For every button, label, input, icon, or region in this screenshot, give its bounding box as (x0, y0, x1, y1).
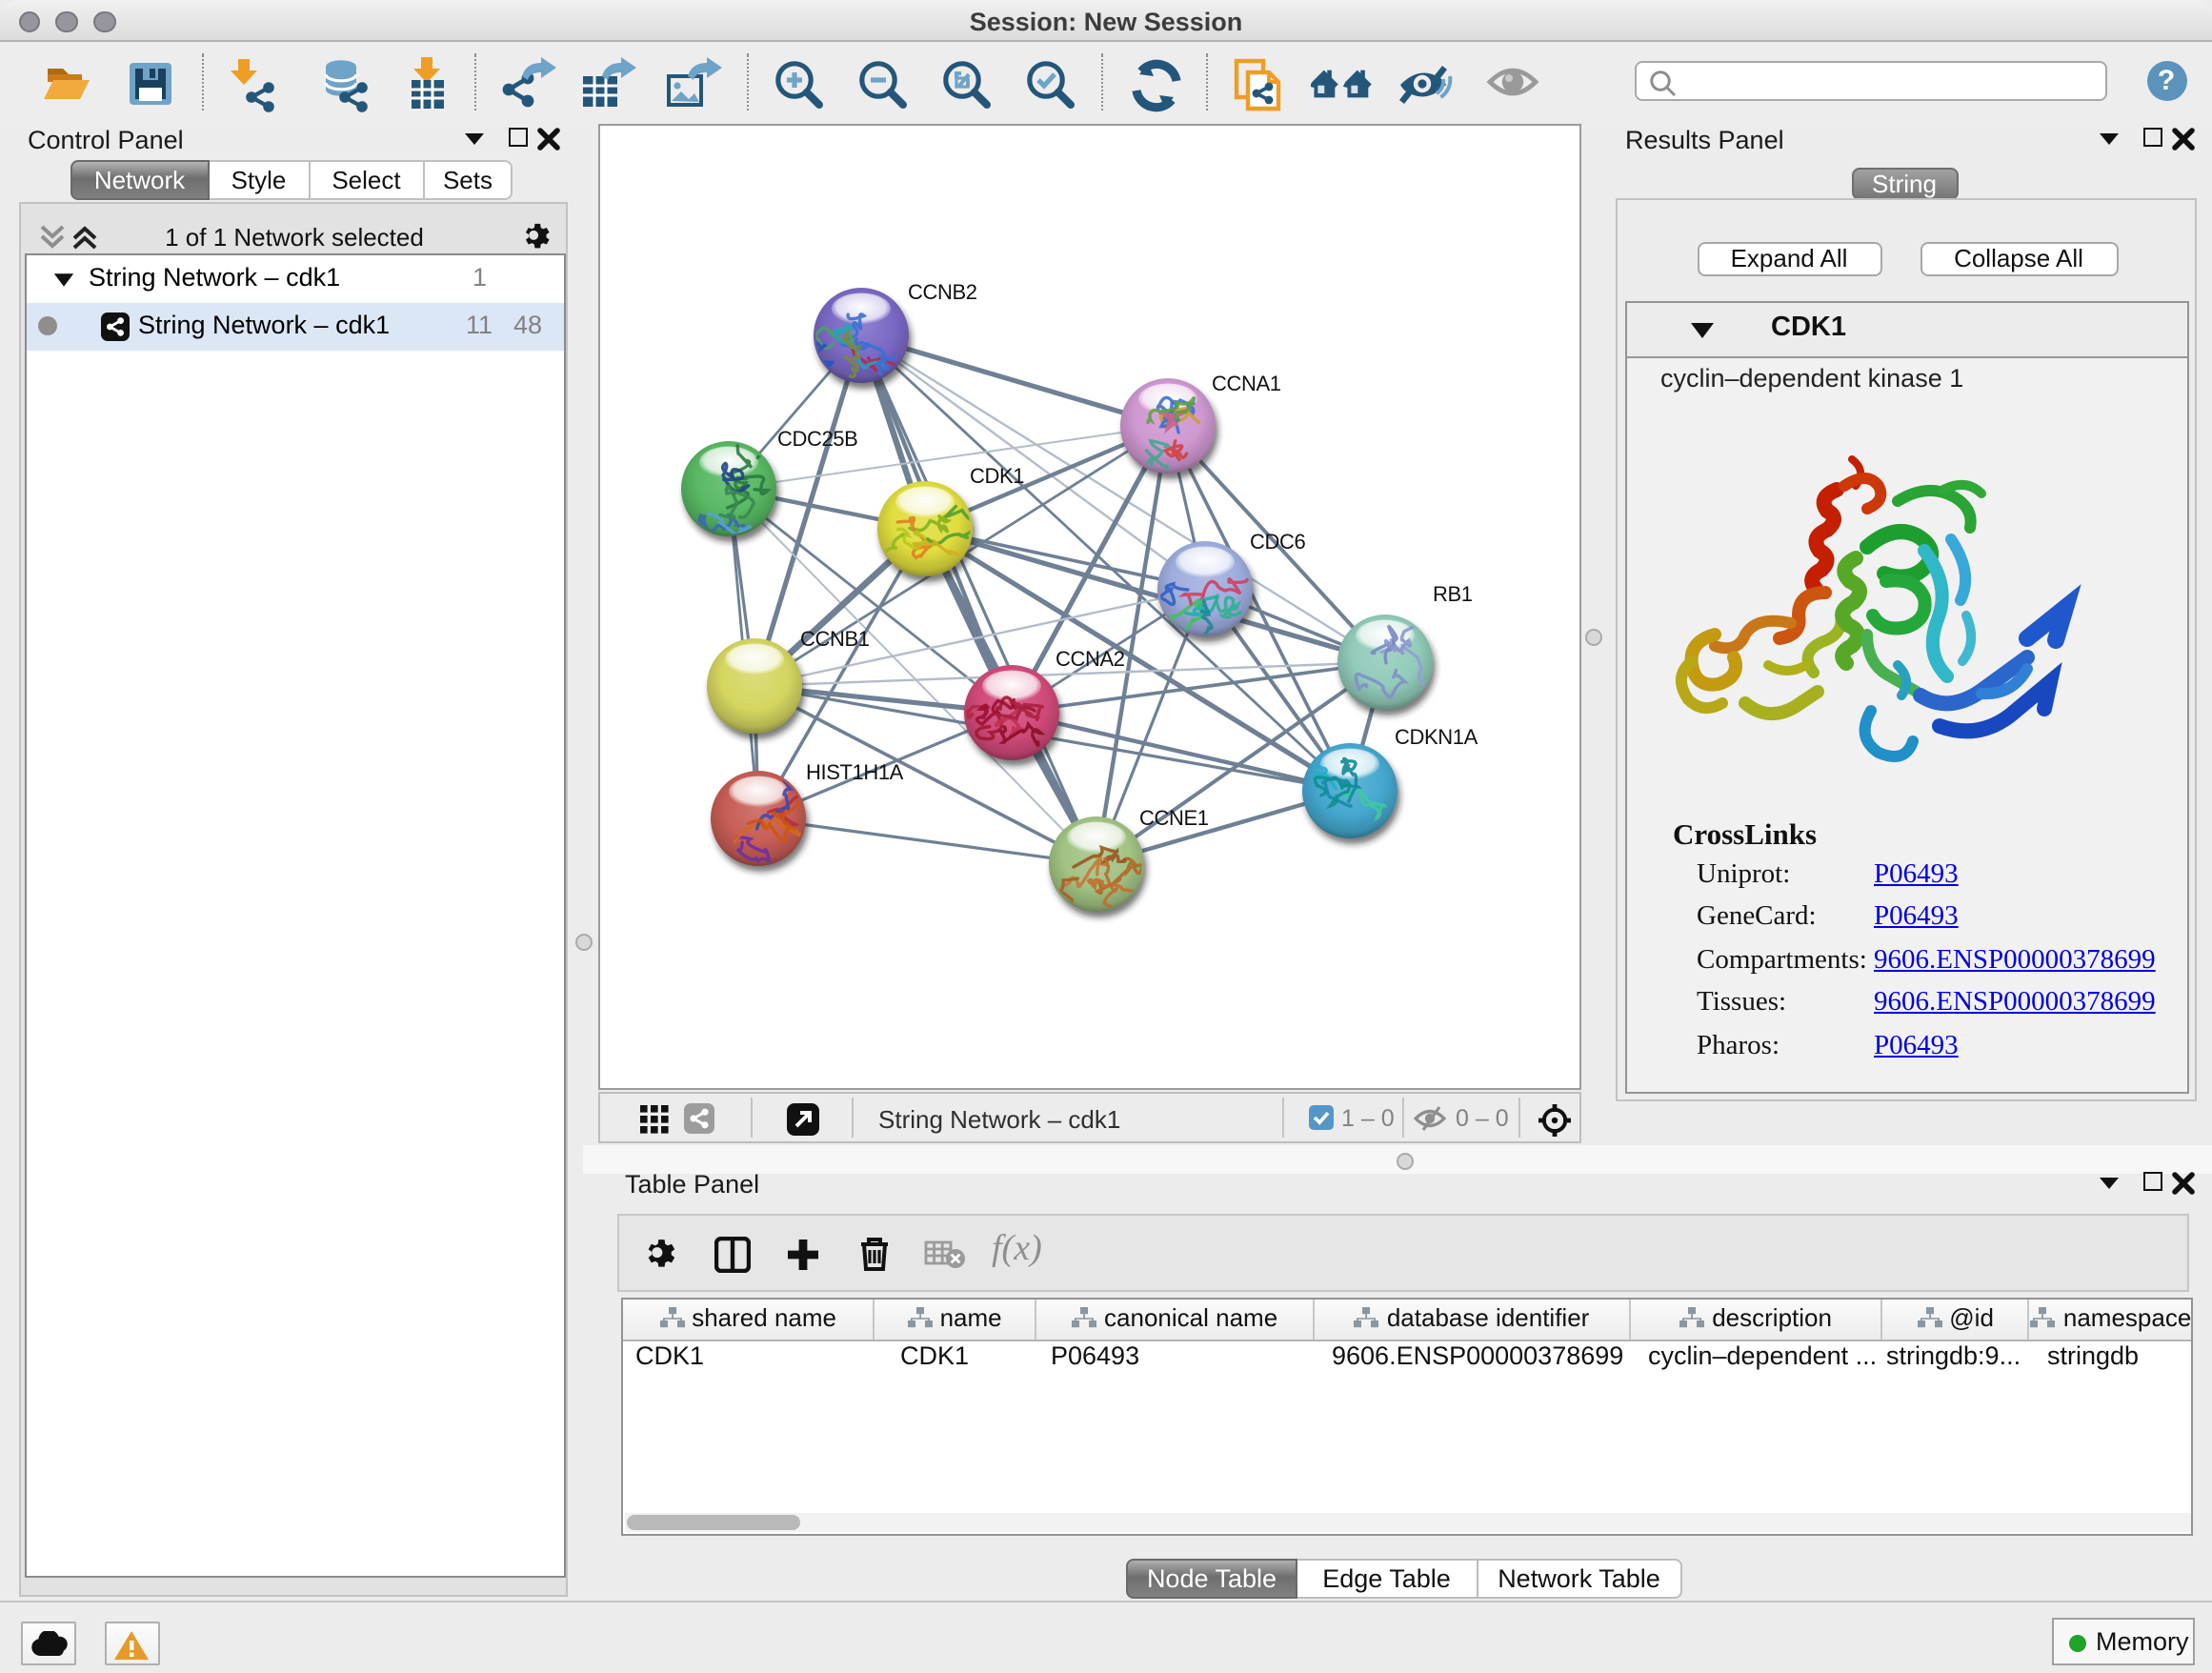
svg-text:CDK1: CDK1 (970, 464, 1024, 488)
svg-text:CDC25B: CDC25B (777, 427, 857, 451)
svg-text:CCNB1: CCNB1 (800, 627, 870, 651)
svg-text:CCNA2: CCNA2 (1056, 647, 1125, 671)
svg-text:CCNB2: CCNB2 (908, 280, 977, 304)
svg-text:CDKN1A: CDKN1A (1395, 725, 1478, 749)
svg-text:RB1: RB1 (1433, 582, 1473, 606)
svg-text:CDC6: CDC6 (1250, 530, 1305, 554)
svg-text:CCNA1: CCNA1 (1212, 372, 1281, 395)
svg-text:CCNE1: CCNE1 (1139, 806, 1209, 830)
svg-text:HIST1H1A: HIST1H1A (806, 760, 904, 784)
